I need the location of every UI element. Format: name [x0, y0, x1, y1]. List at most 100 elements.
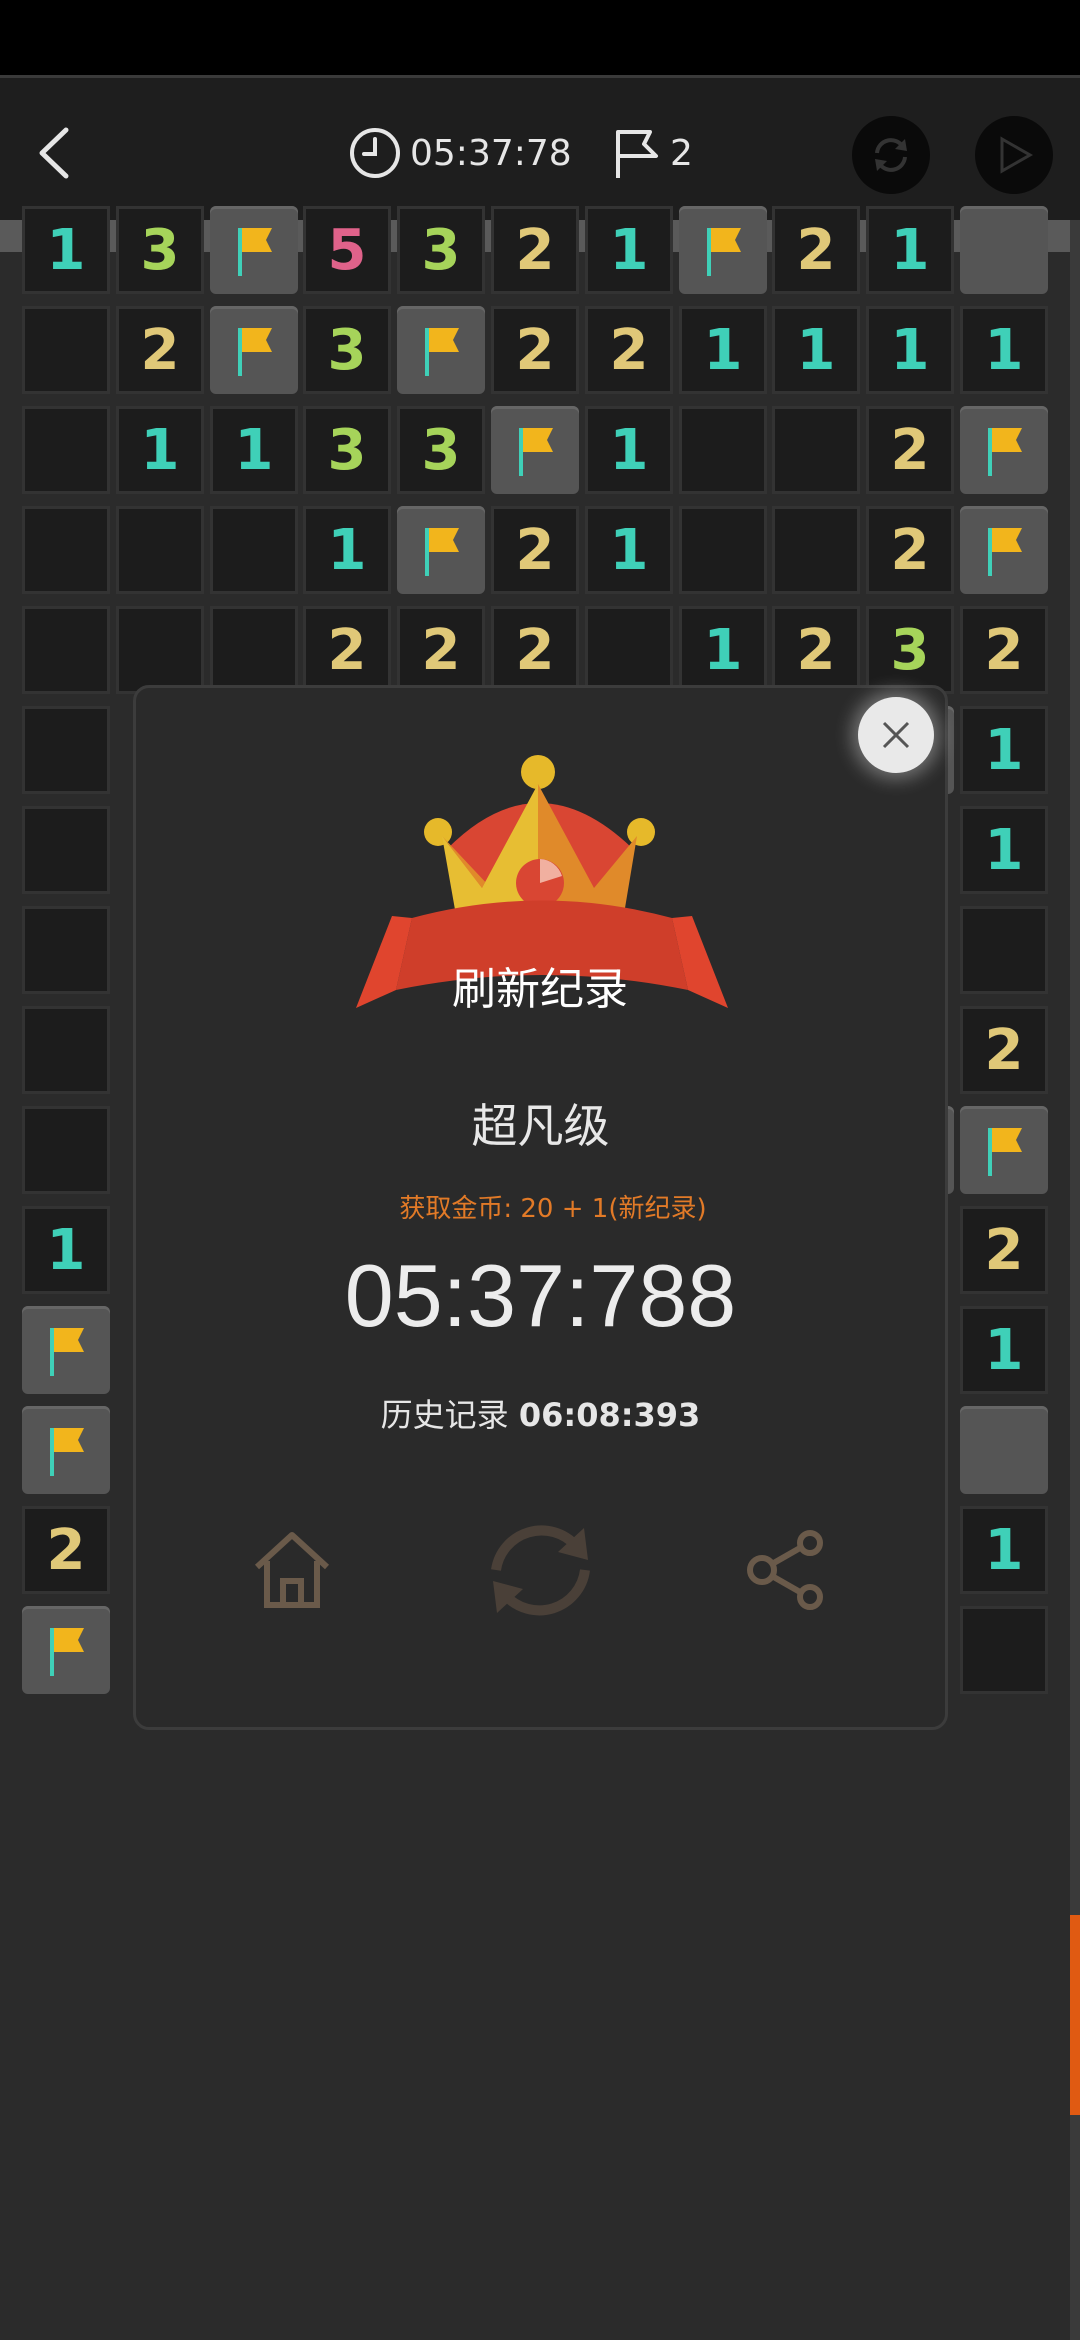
- flagged-cell[interactable]: [960, 506, 1048, 594]
- board-cell[interactable]: 2: [585, 306, 673, 394]
- board-cell[interactable]: [22, 806, 110, 894]
- flagged-cell[interactable]: [397, 306, 485, 394]
- board-cell[interactable]: 2: [116, 306, 204, 394]
- cell-number: 2: [890, 517, 930, 583]
- flagged-cell[interactable]: [397, 506, 485, 594]
- board-cell[interactable]: 1: [585, 206, 673, 294]
- closed-cell[interactable]: [960, 206, 1048, 294]
- flagged-cell[interactable]: [22, 1406, 110, 1494]
- cell-number: 1: [609, 217, 649, 283]
- flagged-cell[interactable]: [679, 206, 767, 294]
- back-arrow-icon: [39, 127, 69, 179]
- flagged-cell[interactable]: [960, 406, 1048, 494]
- board-cell[interactable]: 3: [116, 206, 204, 294]
- flagged-cell[interactable]: [491, 406, 579, 494]
- board-cell[interactable]: 1: [866, 306, 954, 394]
- board-cell[interactable]: 3: [303, 306, 391, 394]
- board-cell[interactable]: [22, 406, 110, 494]
- flagged-cell[interactable]: [22, 1306, 110, 1394]
- difficulty-level: 超凡级: [471, 1099, 610, 1153]
- flagged-cell[interactable]: [210, 306, 298, 394]
- flag-icon: [50, 1328, 84, 1376]
- cell-number: 1: [890, 217, 930, 283]
- closed-cell[interactable]: [960, 1406, 1048, 1494]
- board-cell[interactable]: 2: [397, 606, 485, 694]
- flag-icon: [519, 428, 553, 476]
- board-cell[interactable]: 2: [491, 206, 579, 294]
- board-cell[interactable]: [116, 506, 204, 594]
- board-cell[interactable]: 1: [679, 306, 767, 394]
- board-cell[interactable]: [210, 506, 298, 594]
- board-cell[interactable]: 1: [960, 306, 1048, 394]
- board-cell[interactable]: [22, 706, 110, 794]
- cell-number: 3: [890, 617, 930, 683]
- board-cell[interactable]: [22, 306, 110, 394]
- refresh-button[interactable]: [852, 116, 930, 194]
- board-cell[interactable]: 3: [866, 606, 954, 694]
- flagged-cell[interactable]: [960, 1106, 1048, 1194]
- board-cell[interactable]: 2: [866, 506, 954, 594]
- board-cell[interactable]: 1: [303, 506, 391, 594]
- board-cell[interactable]: [772, 406, 860, 494]
- board-cell[interactable]: 1: [960, 1306, 1048, 1394]
- board-cell[interactable]: [22, 906, 110, 994]
- board-cell[interactable]: [679, 406, 767, 494]
- board-cell[interactable]: 1: [210, 406, 298, 494]
- board-cell[interactable]: 1: [960, 806, 1048, 894]
- board-cell[interactable]: 3: [303, 406, 391, 494]
- cell-number: 1: [703, 317, 743, 383]
- board-cell[interactable]: [585, 606, 673, 694]
- board-cell[interactable]: 2: [866, 406, 954, 494]
- board-cell[interactable]: 1: [679, 606, 767, 694]
- board-cell[interactable]: 2: [772, 206, 860, 294]
- history-record: 历史记录 06:08:393: [133, 1390, 948, 1436]
- board-cell[interactable]: [22, 1006, 110, 1094]
- board-cell[interactable]: 1: [22, 1206, 110, 1294]
- board-cell[interactable]: [22, 506, 110, 594]
- close-icon: [882, 721, 910, 749]
- board-cell[interactable]: 5: [303, 206, 391, 294]
- board-cell[interactable]: 3: [397, 206, 485, 294]
- back-button[interactable]: [30, 118, 80, 188]
- board-cell[interactable]: [22, 606, 110, 694]
- board-cell[interactable]: 3: [397, 406, 485, 494]
- board-cell[interactable]: [22, 1106, 110, 1194]
- restart-icon: [491, 1524, 590, 1615]
- cell-number: 1: [796, 317, 836, 383]
- board-cell[interactable]: 2: [303, 606, 391, 694]
- board-cell[interactable]: 2: [491, 606, 579, 694]
- board-cell[interactable]: 2: [491, 306, 579, 394]
- scrollbar-thumb[interactable]: [1070, 1915, 1080, 2115]
- board-cell[interactable]: 1: [960, 706, 1048, 794]
- cell-number: 3: [327, 417, 367, 483]
- board-cell[interactable]: 2: [772, 606, 860, 694]
- flagged-cell[interactable]: [210, 206, 298, 294]
- board-cell[interactable]: 1: [585, 406, 673, 494]
- home-button[interactable]: [242, 1500, 342, 1640]
- board-cell[interactable]: 1: [585, 506, 673, 594]
- board-cell[interactable]: 1: [22, 206, 110, 294]
- board-cell[interactable]: 1: [772, 306, 860, 394]
- board-cell[interactable]: [772, 506, 860, 594]
- play-button[interactable]: [975, 116, 1053, 194]
- cell-number: 2: [140, 317, 180, 383]
- board-cell[interactable]: [679, 506, 767, 594]
- cell-number: 1: [609, 517, 649, 583]
- board-cell[interactable]: [116, 606, 204, 694]
- restart-button[interactable]: [478, 1500, 603, 1640]
- timer-value: 05:37:78: [410, 132, 572, 174]
- board-cell[interactable]: [960, 1606, 1048, 1694]
- board-cell[interactable]: 2: [960, 606, 1048, 694]
- board-cell[interactable]: 1: [116, 406, 204, 494]
- board-cell[interactable]: 2: [960, 1206, 1048, 1294]
- share-button[interactable]: [742, 1500, 832, 1640]
- board-cell[interactable]: 2: [22, 1506, 110, 1594]
- close-button[interactable]: [858, 697, 934, 773]
- board-cell[interactable]: 2: [960, 1006, 1048, 1094]
- flagged-cell[interactable]: [22, 1606, 110, 1694]
- board-cell[interactable]: 2: [491, 506, 579, 594]
- board-cell[interactable]: [960, 906, 1048, 994]
- board-cell[interactable]: 1: [866, 206, 954, 294]
- board-cell[interactable]: 1: [960, 1506, 1048, 1594]
- board-cell[interactable]: [210, 606, 298, 694]
